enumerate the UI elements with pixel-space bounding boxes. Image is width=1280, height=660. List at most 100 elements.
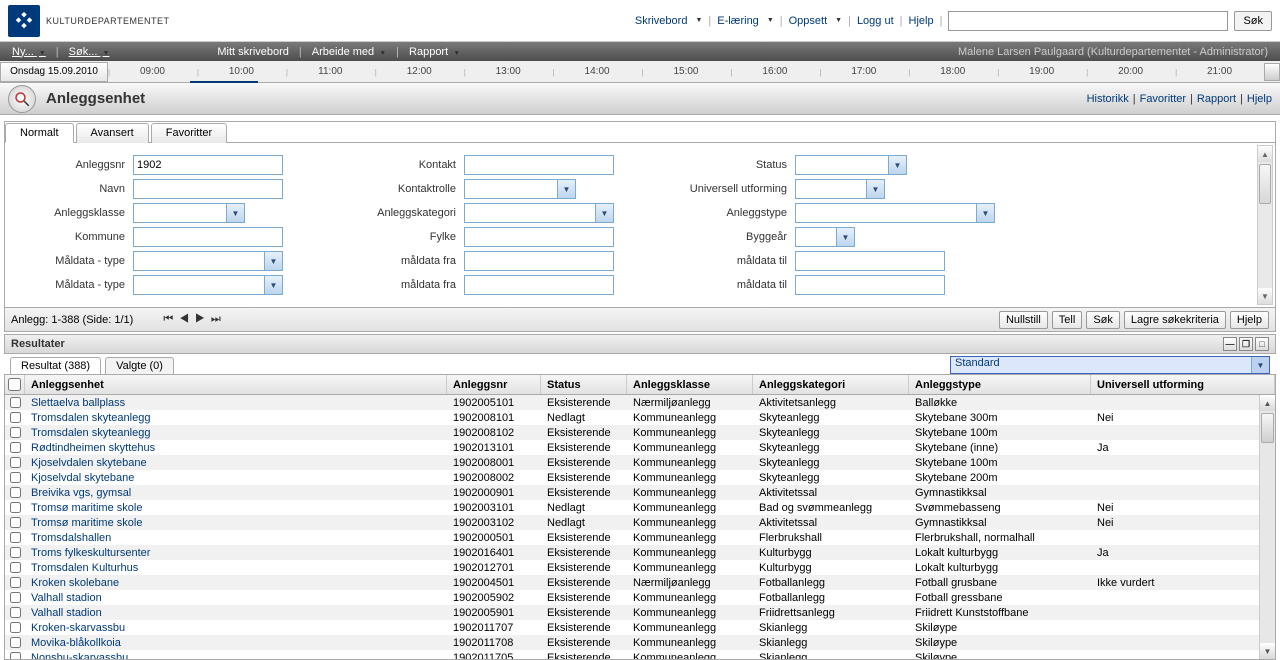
menu-arbeide-med[interactable]: Arbeide med ▼ (308, 46, 390, 58)
col-anleggstype[interactable]: Anleggstype (909, 375, 1091, 394)
input-maldata-fra-2[interactable] (464, 275, 614, 295)
chevron-down-icon[interactable]: ▼ (595, 204, 613, 222)
btn-sok[interactable]: Søk (1086, 311, 1120, 329)
select-kontaktrolle[interactable]: ▼ (464, 179, 576, 199)
table-row[interactable]: Kroken skolebane1902004501EksisterendeNæ… (5, 575, 1275, 590)
select-maldata-type-2[interactable]: ▼ (133, 275, 283, 295)
select-maldata-type-1[interactable]: ▼ (133, 251, 283, 271)
timeline-hour[interactable]: 10:00 (197, 66, 286, 77)
table-row[interactable]: Slettaelva ballplass1902005101Eksisteren… (5, 395, 1275, 410)
table-row[interactable]: Valhall stadion1902005901EksisterendeKom… (5, 605, 1275, 620)
nav-skrivebord[interactable]: Skrivebord (635, 15, 688, 27)
row-checkbox[interactable] (5, 592, 25, 603)
chevron-down-icon[interactable]: ▼ (888, 156, 906, 174)
row-link[interactable]: Slettaelva ballplass (31, 397, 125, 409)
scroll-thumb[interactable] (1259, 164, 1271, 204)
col-anleggsnr[interactable]: Anleggsnr (447, 375, 541, 394)
select-status[interactable]: ▼ (795, 155, 907, 175)
row-link[interactable]: Tromsdalen skyteanlegg (31, 427, 150, 439)
row-link[interactable]: Tromsdalen Kulturhus (31, 562, 138, 574)
select-all-checkbox[interactable] (8, 378, 21, 391)
col-anleggsenhet[interactable]: Anleggsenhet (25, 375, 447, 394)
timeline-hour[interactable]: 20:00 (1086, 66, 1175, 77)
row-link[interactable]: Kjoselvdalen skytebane (31, 457, 147, 469)
link-hjelp[interactable]: Hjelp (1247, 93, 1272, 105)
timeline-hour[interactable]: 09:00 (108, 66, 197, 77)
chevron-down-icon[interactable]: ▼ (866, 180, 884, 198)
search-input[interactable] (948, 11, 1228, 31)
row-link[interactable]: Kjoselvdal skytebane (31, 472, 134, 484)
menu-mitt-skrivebord[interactable]: Mitt skrivebord (213, 46, 293, 58)
select-anleggskategori[interactable]: ▼ (464, 203, 614, 223)
timeline-hour[interactable]: 19:00 (997, 66, 1086, 77)
table-row[interactable]: Nonsbu-skarvassbu1902011705EksisterendeK… (5, 650, 1275, 659)
table-row[interactable]: Kroken-skarvassbu1902011707EksisterendeK… (5, 620, 1275, 635)
row-link[interactable]: Kroken skolebane (31, 577, 119, 589)
input-kontakt[interactable] (464, 155, 614, 175)
table-row[interactable]: Tromsdalshallen1902000501EksisterendeKom… (5, 530, 1275, 545)
input-maldata-til-2[interactable] (795, 275, 945, 295)
row-link[interactable]: Tromsdalshallen (31, 532, 111, 544)
timeline-hour[interactable]: 15:00 (642, 66, 731, 77)
row-checkbox[interactable] (5, 547, 25, 558)
row-link[interactable]: Tromsø maritime skole (31, 517, 142, 529)
row-link[interactable]: Troms fylkeskultursenter (31, 547, 150, 559)
scroll-down-icon[interactable]: ▼ (1260, 643, 1275, 659)
chevron-down-icon[interactable]: ▼ (836, 228, 854, 246)
btn-lagre-sokekriteria[interactable]: Lagre søkekriteria (1124, 311, 1226, 329)
row-link[interactable]: Tromsø maritime skole (31, 502, 142, 514)
tab-resultat[interactable]: Resultat (388) (10, 357, 101, 374)
link-historikk[interactable]: Historikk (1087, 93, 1129, 105)
maximize-icon[interactable]: □ (1255, 337, 1269, 351)
select-universell[interactable]: ▼ (795, 179, 885, 199)
input-maldata-til-1[interactable] (795, 251, 945, 271)
chevron-down-icon[interactable]: ▼ (557, 180, 575, 198)
select-byggar[interactable]: ▼ (795, 227, 855, 247)
link-rapport[interactable]: Rapport (1197, 93, 1236, 105)
input-maldata-fra-1[interactable] (464, 251, 614, 271)
scroll-down-icon[interactable]: ▼ (1258, 288, 1272, 304)
timeline-hour[interactable]: 14:00 (553, 66, 642, 77)
btn-nullstill[interactable]: Nullstill (999, 311, 1048, 329)
row-checkbox[interactable] (5, 397, 25, 408)
table-row[interactable]: Tromsdalen skyteanlegg1902008101NedlagtK… (5, 410, 1275, 425)
chevron-down-icon[interactable]: ▼ (1251, 357, 1269, 373)
nav-elaering[interactable]: E-læring (717, 15, 759, 27)
table-row[interactable]: Tromsø maritime skole1902003102NedlagtKo… (5, 515, 1275, 530)
timeline-hour[interactable]: 17:00 (819, 66, 908, 77)
timeline-hour[interactable]: 12:00 (375, 66, 464, 77)
col-checkbox[interactable] (5, 375, 25, 394)
nav-oppsett[interactable]: Oppsett (789, 15, 828, 27)
table-row[interactable]: Valhall stadion1902005902EksisterendeKom… (5, 590, 1275, 605)
tab-normalt[interactable]: Normalt (5, 123, 74, 143)
row-checkbox[interactable] (5, 577, 25, 588)
menu-ny[interactable]: Ny... ▼ (8, 46, 50, 58)
timeline-date[interactable]: Onsdag 15.09.2010 (0, 62, 108, 82)
row-link[interactable]: Rødtindheimen skyttehus (31, 442, 155, 454)
tab-valgte[interactable]: Valgte (0) (105, 357, 174, 374)
row-link[interactable]: Breivika vgs, gymsal (31, 487, 131, 499)
table-row[interactable]: Troms fylkeskultursenter1902016401Eksist… (5, 545, 1275, 560)
btn-tell[interactable]: Tell (1052, 311, 1083, 329)
timeline-scroll-handle[interactable] (1264, 63, 1280, 81)
row-checkbox[interactable] (5, 472, 25, 483)
pager-controls[interactable]: ⏮◀▶⏭ (163, 314, 226, 326)
btn-hjelp[interactable]: Hjelp (1230, 311, 1269, 329)
table-row[interactable]: Kjoselvdal skytebane1902008002Eksisteren… (5, 470, 1275, 485)
restore-icon[interactable]: ❐ (1239, 337, 1253, 351)
row-checkbox[interactable] (5, 457, 25, 468)
row-link[interactable]: Valhall stadion (31, 592, 102, 604)
tab-favoritter[interactable]: Favoritter (151, 123, 227, 143)
input-anleggsnr[interactable] (133, 155, 283, 175)
table-row[interactable]: Tromsø maritime skole1902003101NedlagtKo… (5, 500, 1275, 515)
input-navn[interactable] (133, 179, 283, 199)
table-row[interactable]: Movika-blåkollkoia1902011708Eksisterende… (5, 635, 1275, 650)
input-fylke[interactable] (464, 227, 614, 247)
menu-rapport[interactable]: Rapport ▼ (405, 46, 464, 58)
row-link[interactable]: Tromsdalen skyteanlegg (31, 412, 150, 424)
grid-scrollbar[interactable]: ▲ ▼ (1259, 395, 1275, 659)
link-favoritter[interactable]: Favoritter (1140, 93, 1186, 105)
table-row[interactable]: Kjoselvdalen skytebane1902008001Eksister… (5, 455, 1275, 470)
select-anleggsklasse[interactable]: ▼ (133, 203, 245, 223)
form-scrollbar[interactable]: ▲ ▼ (1257, 145, 1273, 305)
